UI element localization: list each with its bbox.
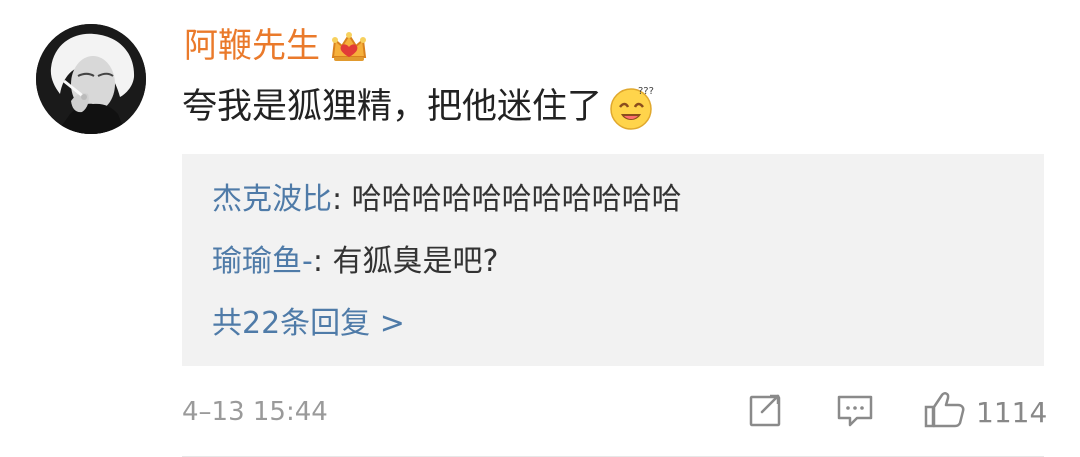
share-button[interactable] <box>748 392 784 432</box>
username-row[interactable]: 阿鞭先生 <box>184 22 368 70</box>
comment-text: 夸我是狐狸精，把他迷住了 <box>182 87 603 127</box>
thumbs-up-icon <box>922 390 966 434</box>
crown-icon <box>330 29 368 63</box>
avatar-photo <box>36 24 146 134</box>
share-icon <box>748 392 784 432</box>
svg-text:???: ??? <box>638 86 654 97</box>
reply-item[interactable]: 瑜瑜鱼-: 有狐臭是吧? <box>212 240 498 284</box>
like-count: 1114 <box>976 395 1048 429</box>
username[interactable]: 阿鞭先生 <box>184 22 320 70</box>
reply-author[interactable]: 瑜瑜鱼- <box>212 244 313 279</box>
reply-separator: : <box>332 182 352 217</box>
avatar[interactable] <box>36 24 146 134</box>
view-all-replies-link[interactable]: 共22条回复 > <box>212 302 405 346</box>
reply-item[interactable]: 杰克波比: 哈哈哈哈哈哈哈哈哈哈哈 <box>212 178 682 222</box>
reply-author[interactable]: 杰克波比 <box>212 182 332 217</box>
comment-text-row: 夸我是狐狸精，把他迷住了 ??? <box>182 82 656 132</box>
comment-icon <box>836 392 874 432</box>
like-button[interactable]: 1114 <box>922 392 1047 432</box>
reply-text: 有狐臭是吧? <box>332 244 499 279</box>
comment-button[interactable] <box>836 392 874 432</box>
dizzy-smile-emoji: ??? <box>608 83 656 131</box>
reply-separator: : <box>312 244 333 279</box>
reply-text: 哈哈哈哈哈哈哈哈哈哈哈 <box>351 182 682 217</box>
comment-date-time: 4–13 15:44 <box>182 397 328 427</box>
reply-preview[interactable]: 杰克波比: 哈哈哈哈哈哈哈哈哈哈哈 瑜瑜鱼-: 有狐臭是吧? 共22条回复 > <box>182 154 1044 366</box>
